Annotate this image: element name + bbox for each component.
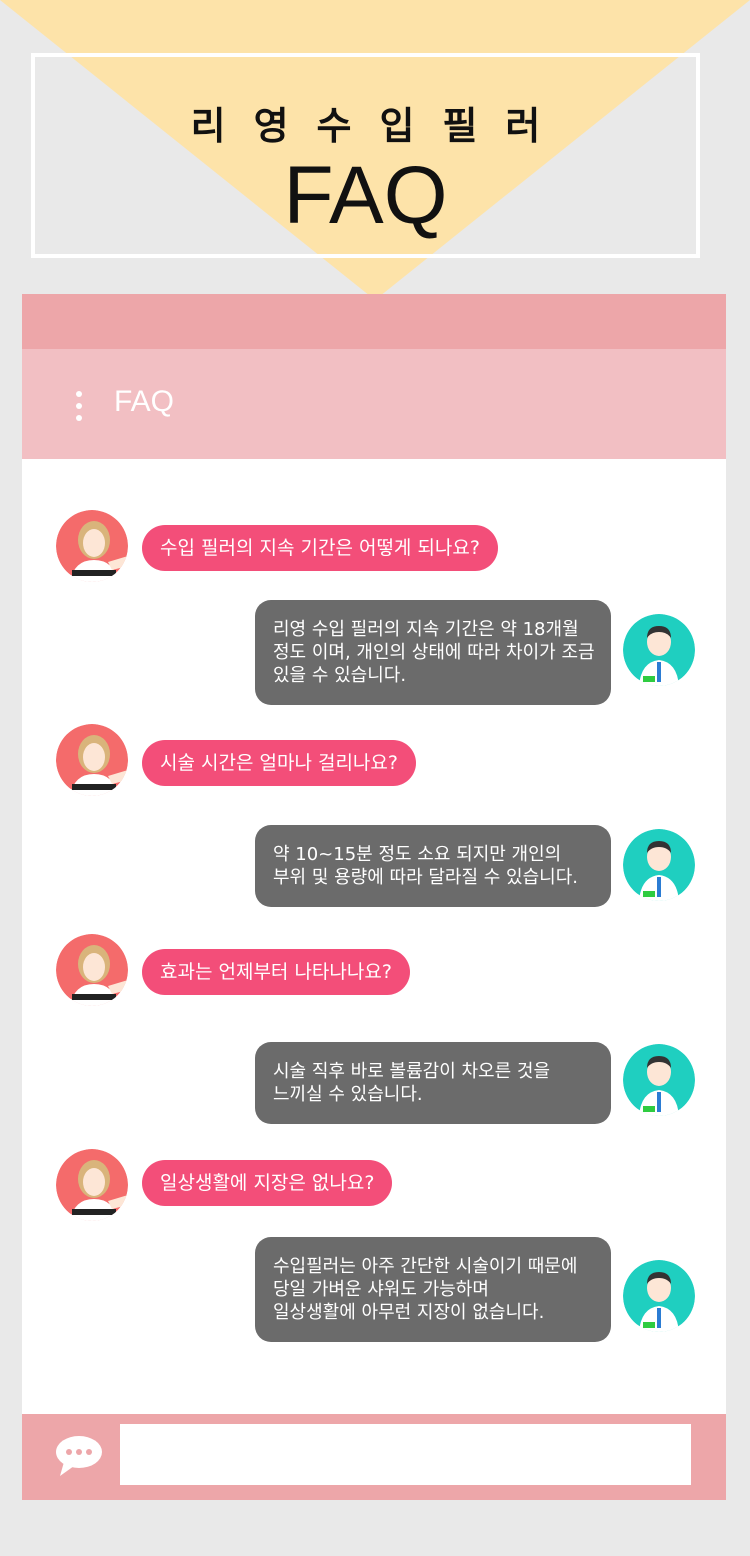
answer-bubble: 수입필러는 아주 간단한 시술이기 때문에 당일 가벼운 샤워도 가능하며 일상… bbox=[255, 1237, 611, 1342]
answer-bubble: 시술 직후 바로 볼륨감이 차오른 것을 느끼실 수 있습니다. bbox=[255, 1042, 611, 1124]
patient-avatar-icon bbox=[56, 934, 128, 1006]
banner-title-box: 리영수입필러 FAQ bbox=[31, 53, 700, 258]
chat-header-title: FAQ bbox=[114, 385, 175, 418]
doctor-avatar-icon bbox=[623, 1260, 695, 1332]
banner-title-korean: 리영수입필러 bbox=[190, 104, 569, 148]
answer-line: 정도 이며, 개인의 상태에 따라 차이가 조금 bbox=[273, 642, 595, 663]
question-bubble: 시술 시간은 얼마나 걸리나요? bbox=[142, 740, 416, 786]
patient-avatar-icon bbox=[56, 724, 128, 796]
answer-line: 약 10~15분 정도 소요 되지만 개인의 bbox=[273, 844, 562, 865]
chat-phone: FAQ 수입 필러의 지속 기간은 어떻게 되나요? 리영 수입 필러의 지속 … bbox=[22, 294, 726, 1500]
doctor-avatar-icon bbox=[623, 614, 695, 686]
patient-avatar-icon bbox=[56, 1149, 128, 1221]
answer-line: 느끼실 수 있습니다. bbox=[273, 1084, 423, 1105]
question-bubble: 수입 필러의 지속 기간은 어떻게 되나요? bbox=[142, 525, 498, 571]
answer-bubble: 리영 수입 필러의 지속 기간은 약 18개월 정도 이며, 개인의 상태에 따… bbox=[255, 600, 611, 705]
patient-avatar-icon bbox=[56, 510, 128, 582]
answer-line: 있을 수 있습니다. bbox=[273, 665, 407, 686]
kebab-menu-icon[interactable] bbox=[76, 391, 84, 423]
answer-line: 리영 수입 필러의 지속 기간은 약 18개월 bbox=[273, 619, 579, 640]
chat-header: FAQ bbox=[22, 349, 726, 459]
message-input[interactable] bbox=[120, 1424, 691, 1485]
answer-line: 수입필러는 아주 간단한 시술이기 때문에 bbox=[273, 1256, 578, 1277]
doctor-avatar-icon bbox=[623, 829, 695, 901]
banner-title-faq: FAQ bbox=[283, 150, 448, 241]
answer-line: 부위 및 용량에 따라 달라질 수 있습니다. bbox=[273, 867, 579, 888]
speech-bubble-icon[interactable] bbox=[54, 1434, 104, 1478]
chat-input-bar bbox=[22, 1414, 726, 1500]
answer-bubble: 약 10~15분 정도 소요 되지만 개인의 부위 및 용량에 따라 달라질 수… bbox=[255, 825, 611, 907]
question-bubble: 일상생활에 지장은 없나요? bbox=[142, 1160, 393, 1206]
doctor-avatar-icon bbox=[623, 1044, 695, 1116]
answer-line: 일상생활에 아무런 지장이 없습니다. bbox=[273, 1302, 545, 1323]
answer-line: 당일 가벼운 샤워도 가능하며 bbox=[273, 1279, 489, 1300]
question-bubble: 효과는 언제부터 나타나나요? bbox=[142, 949, 410, 995]
phone-status-bar bbox=[22, 294, 726, 349]
answer-line: 시술 직후 바로 볼륨감이 차오른 것을 bbox=[273, 1061, 551, 1082]
